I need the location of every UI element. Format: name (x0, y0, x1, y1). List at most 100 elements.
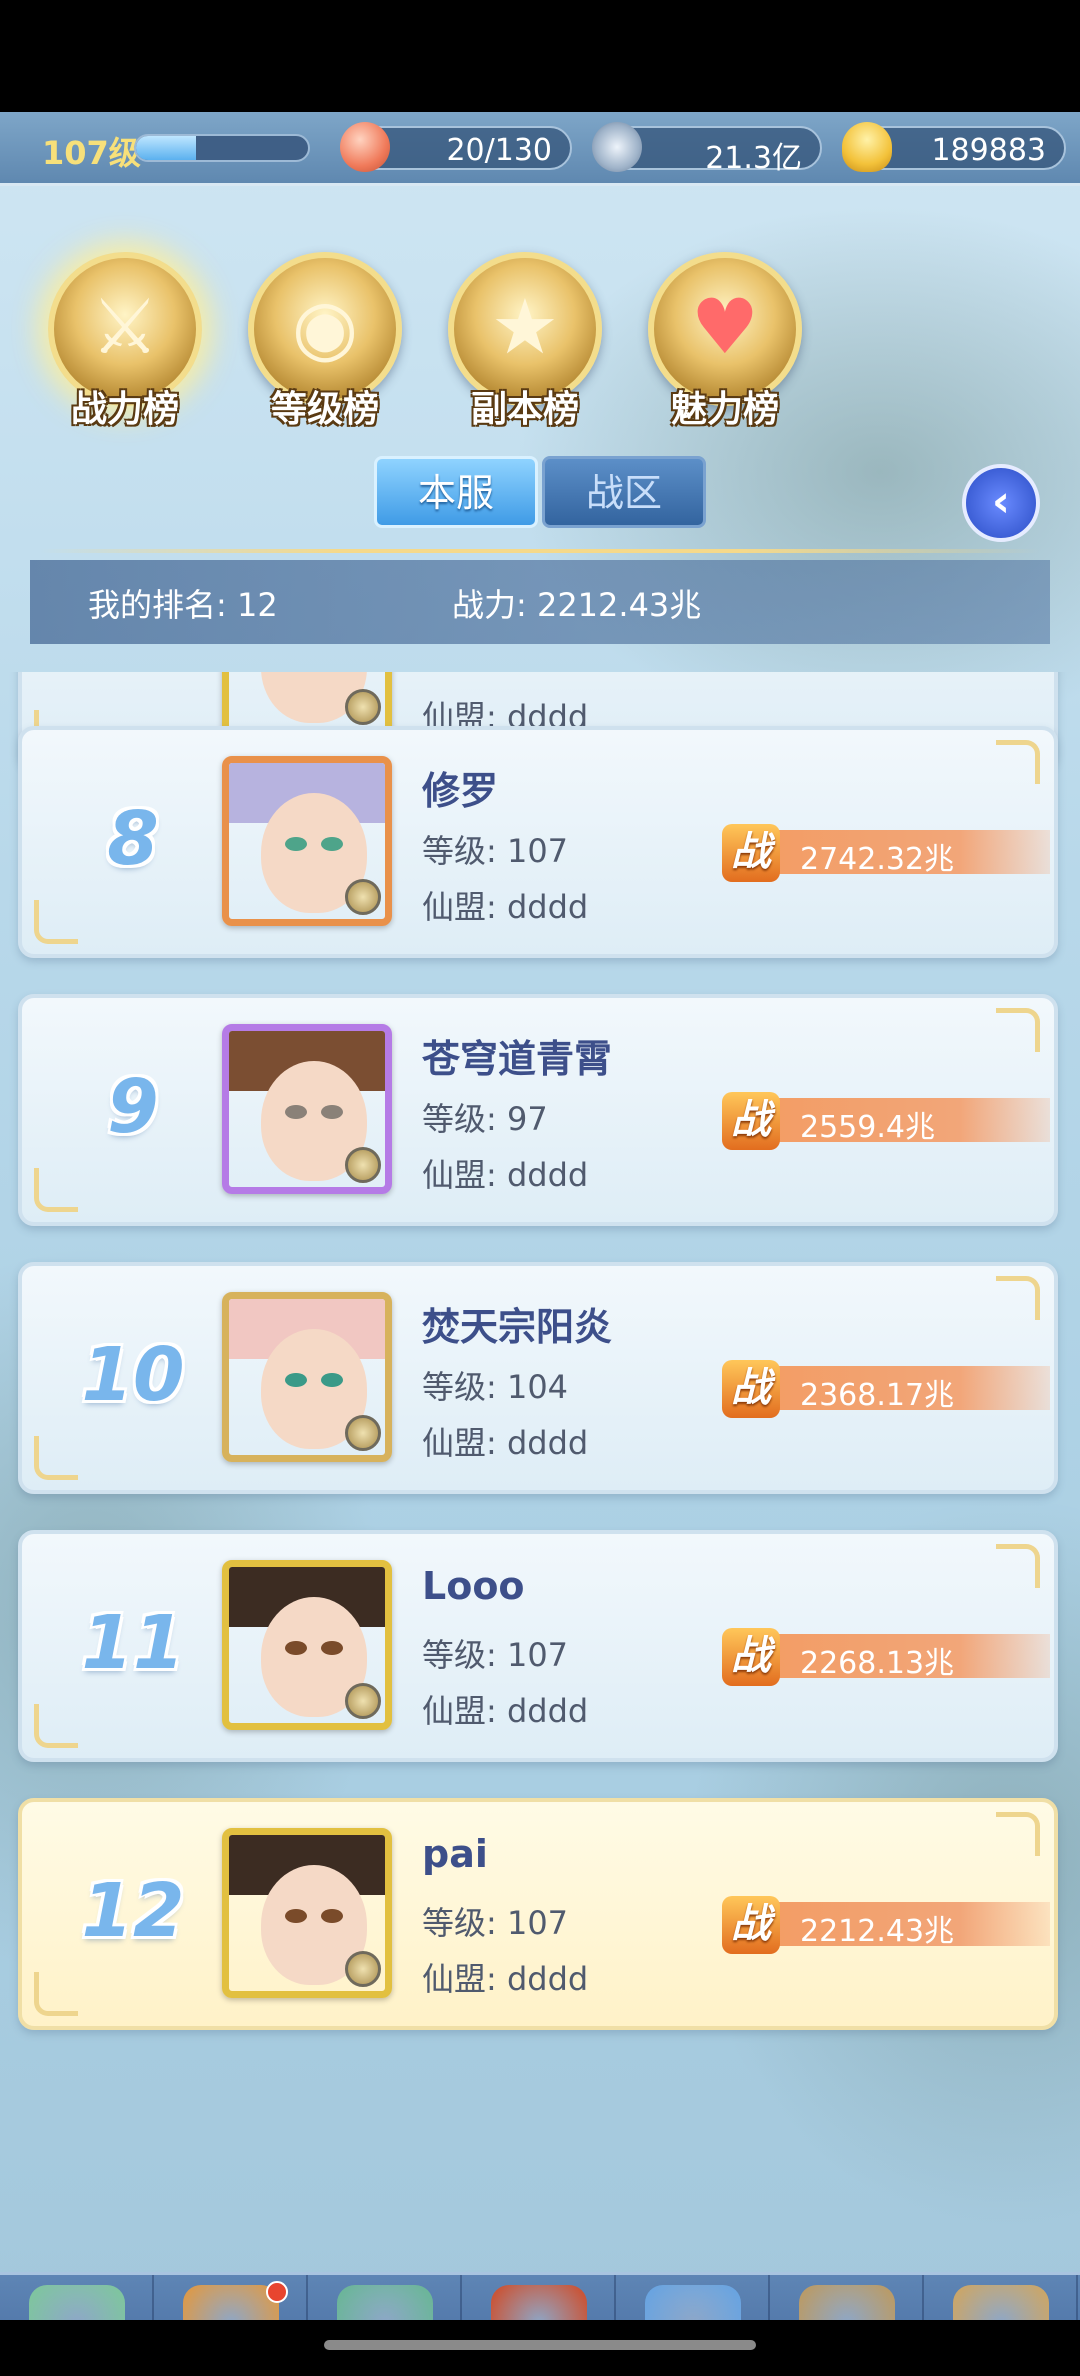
home-indicator[interactable] (324, 2340, 756, 2350)
rank-number: 11 (81, 1600, 185, 1686)
tab-charm-ranking[interactable]: ♥ 魅力榜 (634, 244, 816, 444)
rank-number: 9 (107, 1064, 159, 1150)
power-value: 2559.4兆 (800, 1110, 935, 1145)
avatar[interactable] (222, 1560, 392, 1730)
toggle-local-server[interactable]: 本服 (374, 456, 538, 528)
ranking-list[interactable]: 仙盟: dddd 8 修罗 等级: 107 仙盟: dddd 战 2742.32… (0, 672, 1080, 2192)
battle-power-icon: 战 (722, 824, 780, 882)
backpack-icon (799, 2285, 895, 2320)
corner-ornament (34, 1972, 78, 2016)
list-item[interactable]: 8 修罗 等级: 107 仙盟: dddd 战 2742.32兆 (18, 726, 1058, 958)
nav-item-3[interactable]: 副本 (462, 2275, 616, 2320)
rank-number: 12 (81, 1868, 185, 1954)
tab-power-ranking[interactable]: ⚔ 战力榜 (34, 244, 216, 444)
corner-ornament (996, 1812, 1040, 1856)
power-value-bar: 战 2742.32兆 (722, 824, 1052, 882)
nav-item-6[interactable]: 寻仙 (924, 2275, 1078, 2320)
battle-power-icon: 战 (722, 1896, 780, 1954)
avatar-eye (321, 837, 343, 851)
corner-ornament (34, 1704, 78, 1748)
power-value-bar: 战 2212.43兆 (722, 1896, 1052, 1954)
corner-ornament (996, 1544, 1040, 1588)
power-value-bar: 战 2268.13兆 (722, 1628, 1052, 1686)
rank-badge-icon (345, 1683, 381, 1719)
power-value: 2212.43兆 (800, 1914, 955, 1949)
nav-item-4[interactable]: 斗法 (616, 2275, 770, 2320)
rank-number: 8 (107, 796, 159, 882)
list-item[interactable]: 9 苍穹道青霄 等级: 97 仙盟: dddd 战 2559.4兆 (18, 994, 1058, 1226)
avatar[interactable] (222, 1828, 392, 1998)
avatar[interactable] (222, 756, 392, 926)
rank-badge-icon (345, 1415, 381, 1451)
player-level-text: 等级: 107 (422, 1904, 569, 1942)
battle-power-icon: 战 (722, 1092, 780, 1150)
corner-ornament (34, 1168, 78, 1212)
player-level-text: 等级: 104 (422, 1368, 569, 1406)
rank-badge-icon (345, 689, 381, 725)
avatar-eye (321, 1105, 343, 1119)
jade-bag-icon (337, 2285, 433, 2320)
avatar[interactable] (222, 1024, 392, 1194)
toggle-war-zone[interactable]: 战区 (542, 456, 706, 528)
player-guild: 仙盟: dddd (422, 1424, 589, 1462)
nav-item-2[interactable]: 历练 (308, 2275, 462, 2320)
avatar-eye (321, 1641, 343, 1655)
corner-ornament (996, 1276, 1040, 1320)
avatar-eye (285, 1373, 307, 1387)
player-level: 107级 (42, 134, 141, 172)
home-indicator-bar (0, 2320, 1080, 2376)
status-bar (0, 0, 1080, 112)
nav-item-1[interactable]: 阵容 (154, 2275, 308, 2320)
power-value: 2368.17兆 (800, 1378, 955, 1413)
player-level-text: 等级: 97 (422, 1100, 548, 1138)
tab-label: 战力榜 (70, 389, 179, 430)
tower-icon (645, 2285, 741, 2320)
rank-badge-icon (345, 1147, 381, 1183)
temple-icon (491, 2285, 587, 2320)
battle-power-icon: 战 (722, 1360, 780, 1418)
avatar-eye (285, 1105, 307, 1119)
player-guild: 仙盟: dddd (422, 888, 589, 926)
my-rank-text: 我的排名: 12 (88, 586, 278, 624)
divider (40, 549, 1040, 553)
tab-label: 副本榜 (470, 389, 579, 430)
nav-item-0[interactable]: 首页 (0, 2275, 154, 2320)
corner-ornament (996, 740, 1040, 784)
peach-icon (340, 122, 390, 172)
scroll-icon (953, 2285, 1049, 2320)
player-guild: 仙盟: dddd (422, 1156, 589, 1194)
player-name: Looo (422, 1564, 525, 1608)
rank-badge-icon (345, 879, 381, 915)
tab-dungeon-ranking[interactable]: ★ 副本榜 (434, 244, 616, 444)
power-value-bar: 战 2368.17兆 (722, 1360, 1052, 1418)
player-name: pai (422, 1832, 488, 1876)
player-guild: 仙盟: dddd (422, 1960, 589, 1998)
avatar-eye (285, 1909, 307, 1923)
player-level-text: 等级: 107 (422, 1636, 569, 1674)
power-value-bar: 战 2559.4兆 (722, 1092, 1052, 1150)
home-island-icon (29, 2285, 125, 2320)
bottom-nav: 首页 阵容 历练 副本 斗法 背包 寻仙 (0, 2272, 1080, 2320)
back-arrow-icon[interactable]: ‹ (962, 464, 1040, 542)
rank-number: 10 (81, 1332, 185, 1418)
player-name: 苍穹道青霄 (422, 1037, 613, 1081)
rank-badge-icon (345, 1951, 381, 1987)
my-ranking-row[interactable]: 12 pai 等级: 107 仙盟: dddd 战 2212.43兆 (18, 1798, 1058, 2030)
nav-item-5[interactable]: 背包 (770, 2275, 924, 2320)
my-power-text: 战力: 2212.43兆 (452, 586, 702, 624)
cards-icon (183, 2285, 279, 2320)
list-item[interactable]: 10 焚天宗阳炎 等级: 104 仙盟: dddd 战 2368.17兆 (18, 1262, 1058, 1494)
ranking-screen: 107级 20/130 21.3亿 189883 ⚔ 战力榜 ◉ 等级榜 ★ 副… (0, 112, 1080, 2320)
avatar[interactable] (222, 1292, 392, 1462)
player-name: 焚天宗阳炎 (422, 1305, 613, 1349)
player-name: 修罗 (422, 769, 499, 813)
silver-value: 21.3亿 (705, 141, 802, 176)
avatar-eye (285, 837, 307, 851)
tab-level-ranking[interactable]: ◉ 等级榜 (234, 244, 416, 444)
list-item[interactable]: 11 Looo 等级: 107 仙盟: dddd 战 2268.13兆 (18, 1530, 1058, 1762)
avatar-eye (321, 1373, 343, 1387)
power-value: 2742.32兆 (800, 842, 955, 877)
corner-ornament (34, 1436, 78, 1480)
silver-coin-icon (592, 122, 642, 172)
my-rank-bar: 我的排名: 12 战力: 2212.43兆 (30, 560, 1050, 644)
